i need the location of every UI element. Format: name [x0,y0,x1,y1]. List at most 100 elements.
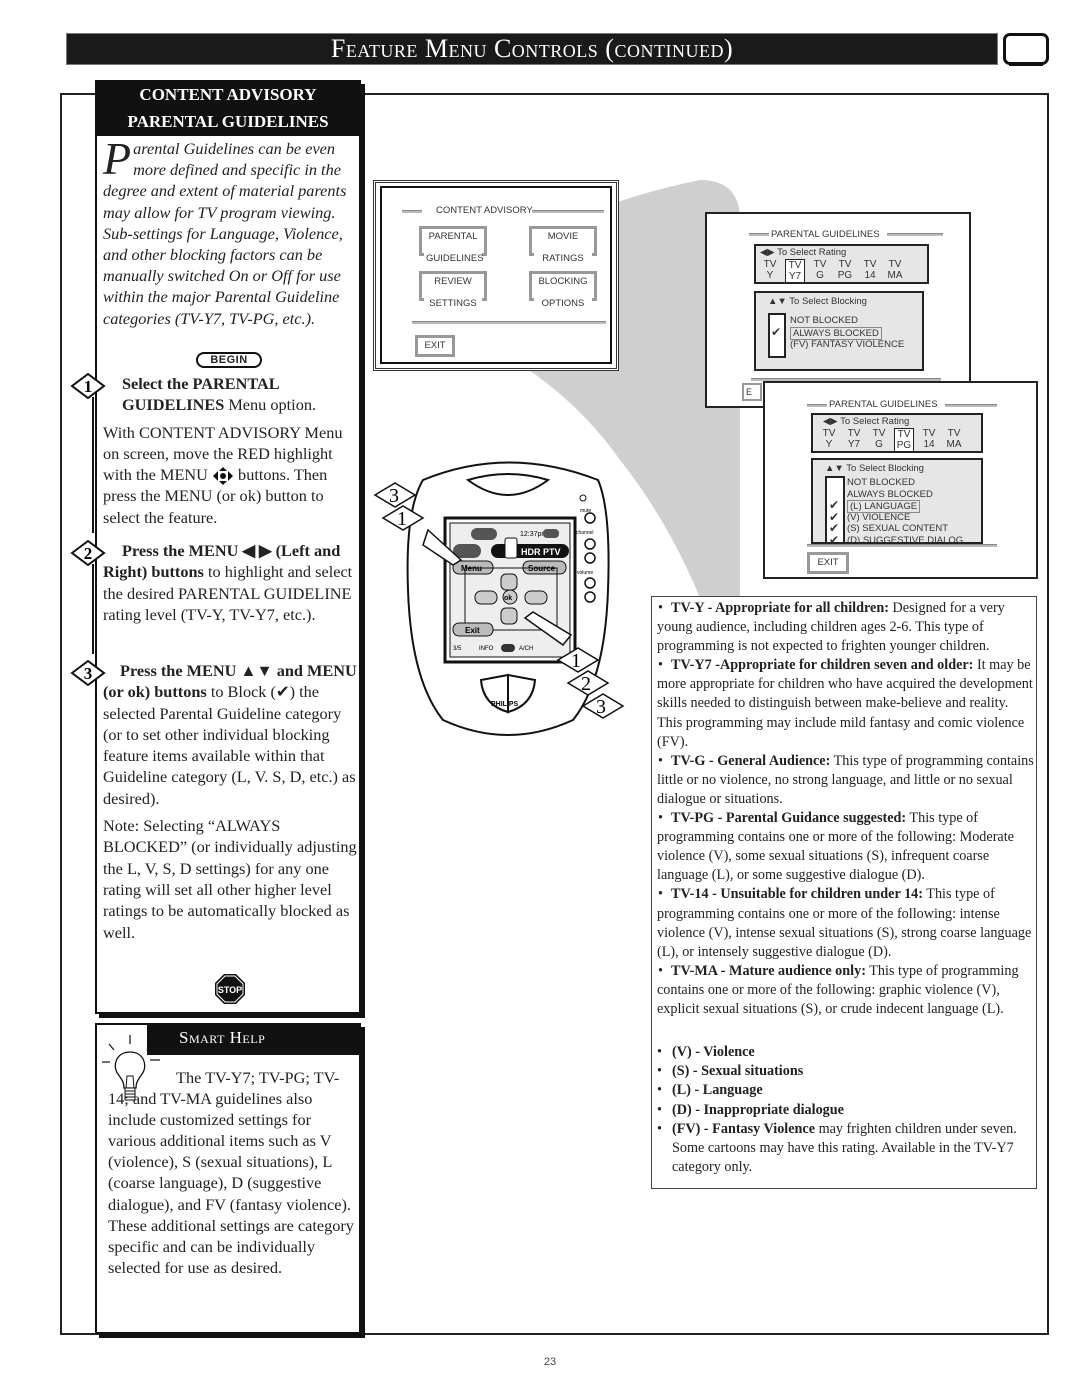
begin-badge: BEGIN [196,352,262,368]
smart-help-body: The TV-Y7; TV-PG; TV-14; and TV-MA guide… [108,1068,354,1277]
content-code-item: • (S) - Sexual situations [657,1062,1035,1081]
smart-help-title: Smart Help [147,1023,361,1055]
step-1-text: Select the PARENTAL GUIDELINES Menu opti… [103,374,343,527]
review-settings-button[interactable]: REVIEW SETTINGS [419,271,487,319]
bullet-icon: • [657,1120,662,1137]
stop-sign-icon: STOP [215,974,245,1004]
rating-description: • TV-PG - Parental Guidance suggested: Th… [657,810,1014,884]
rating-option[interactable]: TV G [869,428,889,450]
rating-option[interactable]: TV MA [885,259,905,281]
content-code-item: • (L) - Language [657,1081,1035,1100]
heading-line-2: PARENTAL GUIDELINES [127,112,329,131]
bullet-icon: • [658,657,663,674]
rating-option[interactable]: TV PG [835,259,855,281]
svg-text:volume: volume [577,570,593,576]
menu-title: PARENTAL GUIDELINES [771,229,880,240]
rating-selector[interactable]: ◀▶ To Select Rating TV Y TV Y7 TV G TV PG TV 14 TV… [811,413,983,453]
rating-description: • TV-Y7 -Appropriate for children seven a… [657,657,1033,750]
step-3-badge: 3 [70,659,106,687]
rating-option[interactable]: TV PG [894,428,914,452]
blocking-option[interactable]: NOT BLOCKED [847,477,915,488]
svg-text:3: 3 [389,485,399,507]
exit-button[interactable]: EXIT [807,552,849,574]
blocking-option[interactable]: ALWAYS BLOCKED [847,489,933,500]
content-advisory-menu: CONTENT ADVISORY PARENTAL GUIDELINES MOVI… [380,186,612,364]
drop-cap: P [103,133,132,184]
page-title: Feature Menu Controls (continued) [330,34,734,63]
svg-text:HDR PTV: HDR PTV [521,547,561,557]
svg-text:INFO: INFO [479,646,494,652]
svg-text:ok: ok [504,595,512,602]
blocking-option[interactable]: NOT BLOCKED [790,315,858,326]
rating-description: • TV-MA - Mature audience only: This type… [657,962,1019,1017]
svg-text:3: 3 [84,664,93,683]
rating-option[interactable]: TV MA [944,428,964,450]
header-bar: Feature Menu Controls (continued) [66,33,998,65]
step-3-note: Note: Selecting “ALWAYS BLOCKED” (or ind… [103,816,357,942]
exit-button[interactable]: EXIT [415,335,455,357]
svg-text:1: 1 [397,508,407,530]
four-way-arrows-icon [212,467,234,486]
rating-description: • TV-G - General Audience: This type of p… [657,752,1034,807]
bullet-icon: • [657,1101,662,1118]
blocking-selector[interactable]: ▲▼ To Select Blocking NOT BLOCKED ALWAYS … [754,291,924,371]
svg-text:2: 2 [84,544,93,563]
rating-option[interactable]: TV Y [819,428,839,450]
rating-option[interactable]: TV Y7 [844,428,864,450]
parental-guidelines-button[interactable]: PARENTAL GUIDELINES [419,226,487,274]
svg-text:3/5: 3/5 [453,646,462,652]
svg-text:1: 1 [571,650,581,672]
step-1-badge: 1 [70,372,106,400]
svg-text:channel: channel [576,530,594,536]
blocking-options-button[interactable]: BLOCKING OPTIONS [529,271,597,319]
content-codes-list: • (V) - Violence • (S) - Sexual situations •… [657,1043,1035,1177]
tv-screen-icon [1003,33,1049,66]
bullet-icon: • [658,752,663,769]
left-right-arrows-icon: ◀▶ [823,416,838,427]
bullet-icon: • [658,600,663,616]
rating-selector[interactable]: ◀▶ To Select Rating TV Y TV Y7 TV G TV PG TV 14 TV… [754,244,929,284]
bullet-icon: • [657,1063,662,1080]
rating-option[interactable]: TV 14 [919,428,939,450]
step-2-line [92,564,94,654]
bullet-icon: • [658,810,663,827]
screen2-exit-button-partial[interactable]: E [742,383,762,401]
rating-option[interactable]: TV Y7 [785,259,805,283]
blocking-option[interactable]: (V) VIOLENCE [847,512,910,523]
content-code-item: • (D) - Inappropriate dialogue [657,1101,1035,1120]
rating-option[interactable]: TV 14 [860,259,880,281]
section-heading: CONTENT ADVISORY PARENTAL GUIDELINES [95,80,361,136]
menu-title: CONTENT ADVISORY [434,205,535,216]
rating-description: • TV-Y - Appropriate for all children: De… [657,600,1005,655]
blocking-selector[interactable]: ▲▼ To Select Blocking NOT BLOCKED ALWAYS … [811,458,983,546]
left-right-arrows-icon: ◀▶ [760,247,775,258]
page-number: 23 [543,1356,557,1368]
intro-body: arental Guidelines can be even more defi… [103,139,347,328]
callout-right-3: 3 [581,693,625,719]
content-code-item: • (V) - Violence [657,1043,1035,1062]
step-2-text: Press the MENU ◀ ▶ (Left and Right) butt… [103,541,353,624]
svg-text:2: 2 [581,673,591,695]
rating-description: • TV-14 - Unsuitable for children under 1… [657,886,1032,960]
svg-text:1: 1 [84,377,93,396]
up-down-arrows-icon: ▲▼ [768,296,787,307]
bullet-icon: • [658,886,663,903]
svg-text:STOP: STOP [218,985,242,995]
step-1-line [92,397,94,533]
bullet-icon: • [657,1082,662,1099]
remote-control-illustration: 12:37pm HDR PTV Menu Source ok Exit 3/5 … [373,461,625,736]
blocking-option[interactable]: (FV) FANTASY VIOLENCE [790,339,904,350]
menu-title: PARENTAL GUIDELINES [829,399,938,410]
up-down-arrows-icon: ▲▼ [825,463,844,474]
step-2-badge: 2 [70,539,106,567]
parental-guidelines-screen-pg: PARENTAL GUIDELINES ◀▶ To Select Rating … [763,381,1038,579]
rating-option[interactable]: TV Y [760,259,780,281]
ratings-list: • TV-Y - Appropriate for all children: De… [657,599,1035,1019]
content-code-item: • (FV) - Fantasy Violence may frighten ch… [657,1120,1017,1176]
movie-ratings-button[interactable]: MOVIE RATINGS [529,226,597,274]
checkmark-icon: ✔ [771,325,782,339]
blocking-option[interactable]: (S) SEXUAL CONTENT [847,523,948,534]
parental-guidelines-screen-y7: PARENTAL GUIDELINES ◀▶ To Select Rating … [705,212,971,408]
rating-option[interactable]: TV G [810,259,830,281]
svg-text:Exit: Exit [465,626,480,635]
